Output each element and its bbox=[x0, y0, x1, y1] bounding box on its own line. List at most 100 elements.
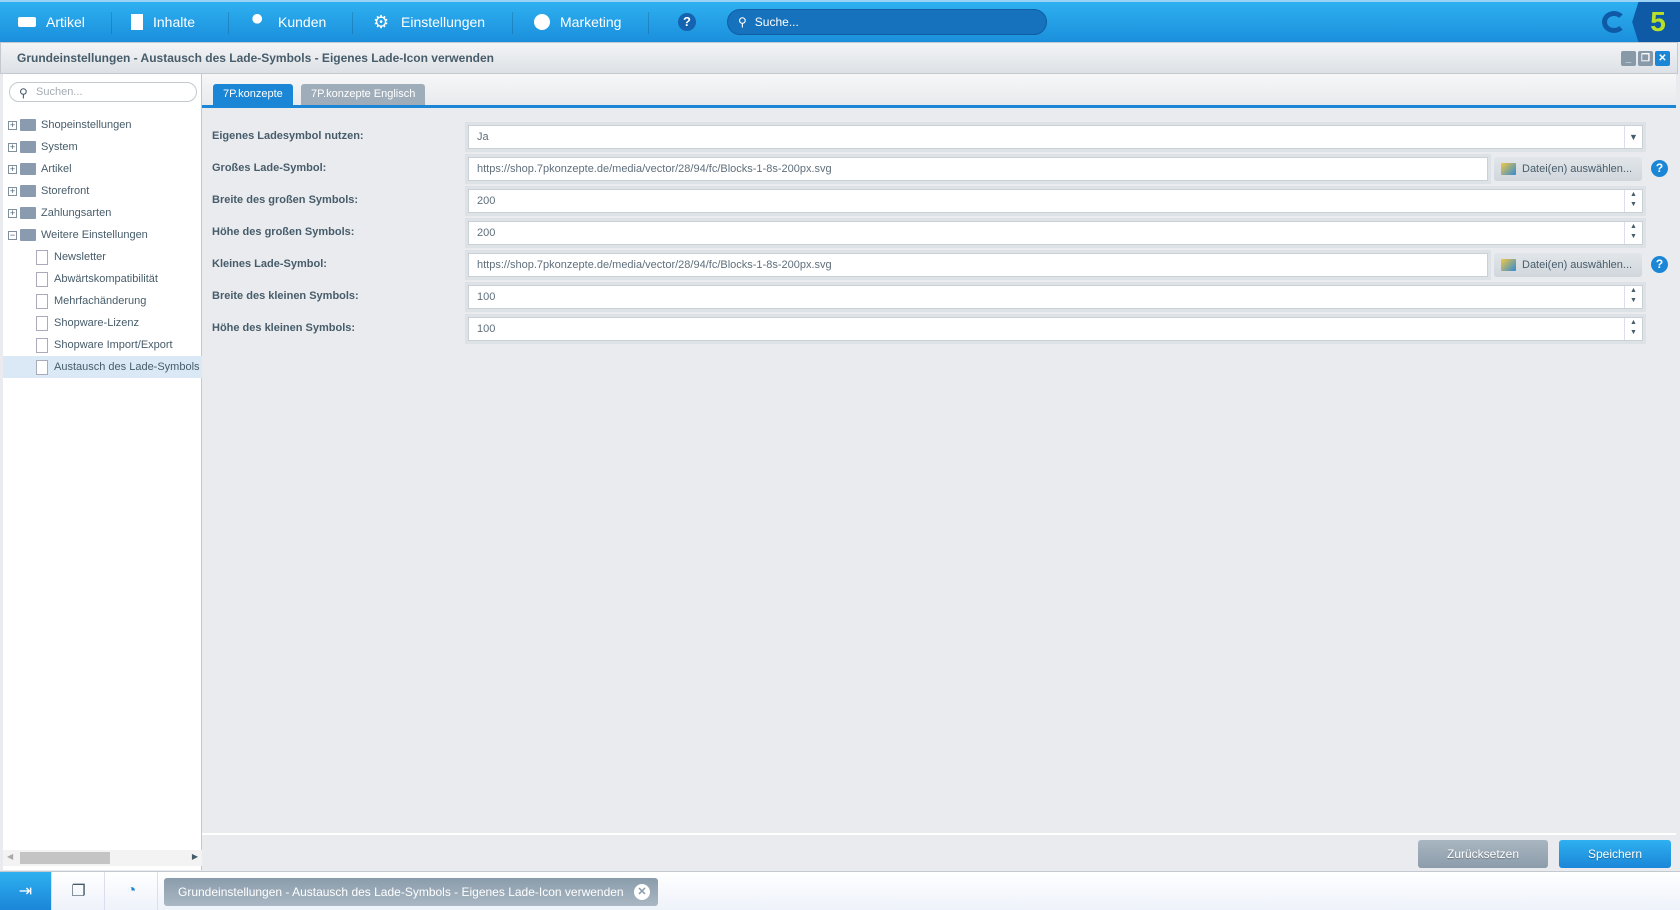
taskbar-window-item[interactable]: Grundeinstellungen - Austausch des Lade-… bbox=[164, 878, 658, 906]
scroll-right-icon[interactable]: ▶ bbox=[192, 852, 198, 861]
logout-button[interactable]: ⇥ bbox=[0, 872, 52, 910]
tree-item-label: Shopware Import/Export bbox=[54, 339, 173, 351]
horizontal-scrollbar[interactable]: ◀ ▶ bbox=[3, 850, 202, 866]
form-row: Kleines Lade-Symbol: https://shop.7pkonze… bbox=[202, 250, 1676, 280]
logout-icon: ⇥ bbox=[18, 883, 33, 900]
nav-einstellungen[interactable]: ⚙ Einstellungen bbox=[355, 2, 503, 42]
dashboard-button[interactable]: ◔ bbox=[106, 872, 158, 910]
tree-item[interactable]: + Zahlungsarten bbox=[3, 202, 202, 224]
shopware-logo-icon bbox=[1602, 11, 1626, 33]
form-row: Höhe des kleinen Symbols: 100 ▲ ▼ bbox=[202, 314, 1676, 344]
help-button[interactable]: ? bbox=[660, 2, 714, 42]
top-navigation: Artikel Inhalte Kunden ⚙ Einstellungen Ma… bbox=[0, 0, 1680, 42]
shopware-5-logo: 5 bbox=[1632, 2, 1680, 42]
tree-item-label: Storefront bbox=[41, 185, 90, 197]
tree-item[interactable]: Mehrfachänderung bbox=[3, 290, 202, 312]
folder-icon bbox=[20, 229, 36, 241]
tree-item-label: Shopeinstellungen bbox=[41, 119, 132, 131]
global-search-input[interactable]: ⚲ Suche... bbox=[727, 9, 1047, 35]
expand-icon[interactable]: + bbox=[8, 186, 17, 196]
tree-item-label: System bbox=[41, 141, 78, 153]
tree-item[interactable]: + Storefront bbox=[3, 180, 202, 202]
pie-chart-icon bbox=[534, 14, 550, 30]
search-icon: ⚲ bbox=[738, 15, 747, 29]
spinner-arrows-icon[interactable]: ▲ ▼ bbox=[1624, 222, 1642, 244]
nav-artikel[interactable]: Artikel bbox=[0, 2, 103, 42]
tree-item[interactable]: + Artikel bbox=[3, 158, 202, 180]
field-label: Kleines Lade-Symbol: bbox=[212, 258, 327, 270]
file-icon bbox=[36, 315, 48, 331]
nav-divider bbox=[352, 12, 353, 34]
tree-item-label: Austausch des Lade-Symbols bbox=[54, 361, 200, 373]
file-icon bbox=[36, 271, 48, 287]
tree-item[interactable]: Abwärtskompatibilität bbox=[3, 268, 202, 290]
file-icon bbox=[36, 249, 48, 265]
tree-item-label: Mehrfachänderung bbox=[54, 295, 147, 307]
spinner-arrows-icon[interactable]: ▲ ▼ bbox=[1624, 286, 1642, 308]
reset-button[interactable]: Zurücksetzen bbox=[1418, 840, 1548, 868]
expand-icon[interactable]: + bbox=[8, 208, 17, 218]
help-icon: ? bbox=[678, 13, 696, 31]
tab-7pkonzepte[interactable]: 7P.konzepte bbox=[213, 84, 293, 105]
taskbar: ⇥ ❐ ◔ Grundeinstellungen - Austausch des… bbox=[0, 871, 1680, 910]
select-field[interactable]: Ja ▼ bbox=[468, 125, 1643, 149]
number-field[interactable]: 100 ▲ ▼ bbox=[468, 317, 1643, 341]
nav-marketing[interactable]: Marketing bbox=[516, 2, 639, 42]
collapse-icon[interactable]: − bbox=[8, 230, 17, 240]
folder-icon bbox=[20, 207, 36, 219]
tree-item[interactable]: + Shopeinstellungen bbox=[3, 114, 202, 136]
maximize-button[interactable]: ❐ bbox=[1638, 51, 1653, 66]
scroll-left-icon[interactable]: ◀ bbox=[7, 852, 13, 861]
gear-icon: ⚙ bbox=[373, 12, 390, 32]
save-button[interactable]: Speichern bbox=[1559, 840, 1671, 868]
document-icon bbox=[131, 14, 143, 30]
tree-search-input[interactable]: ⚲ Suchen... bbox=[9, 82, 197, 102]
help-icon[interactable]: ? bbox=[1651, 256, 1668, 273]
close-icon[interactable]: ✕ bbox=[634, 884, 650, 900]
form-row: Breite des kleinen Symbols: 100 ▲ ▼ bbox=[202, 282, 1676, 312]
form-row: Eigenes Ladesymbol nutzen: Ja ▼ bbox=[202, 122, 1676, 152]
expand-icon[interactable]: + bbox=[8, 164, 17, 174]
tree-item-label: Zahlungsarten bbox=[41, 207, 112, 219]
minimize-button[interactable]: _ bbox=[1621, 51, 1636, 66]
select-file-button[interactable]: Datei(en) auswählen... bbox=[1494, 253, 1642, 277]
expand-icon[interactable]: + bbox=[8, 142, 17, 152]
select-file-button[interactable]: Datei(en) auswählen... bbox=[1494, 157, 1642, 181]
action-bar: Zurücksetzen Speichern bbox=[202, 833, 1676, 870]
spinner-arrows-icon[interactable]: ▲ ▼ bbox=[1624, 190, 1642, 212]
tree-item[interactable]: Newsletter bbox=[3, 246, 202, 268]
tree-item[interactable]: − Weitere Einstellungen bbox=[3, 224, 202, 246]
folder-icon bbox=[20, 119, 36, 131]
form-row: Großes Lade-Symbol: https://shop.7pkonzep… bbox=[202, 154, 1676, 184]
nav-divider bbox=[111, 12, 112, 34]
window-switcher-button[interactable]: ❐ bbox=[53, 872, 105, 910]
window-title-bar[interactable]: Grundeinstellungen - Austausch des Lade-… bbox=[0, 42, 1678, 74]
form-row: Breite des großen Symbols: 200 ▲ ▼ bbox=[202, 186, 1676, 216]
form-row: Höhe des großen Symbols: 200 ▲ ▼ bbox=[202, 218, 1676, 248]
nav-divider bbox=[512, 12, 513, 34]
windows-icon: ❐ bbox=[71, 883, 86, 900]
tree-item[interactable]: Shopware Import/Export bbox=[3, 334, 202, 356]
chevron-down-icon[interactable]: ▼ bbox=[1624, 126, 1642, 148]
help-icon[interactable]: ? bbox=[1651, 160, 1668, 177]
expand-icon[interactable]: + bbox=[8, 120, 17, 130]
tree-item[interactable]: Shopware-Lizenz bbox=[3, 312, 202, 334]
number-field[interactable]: 200 ▲ ▼ bbox=[468, 189, 1643, 213]
file-url-input[interactable]: https://shop.7pkonzepte.de/media/vector/… bbox=[468, 253, 1488, 277]
nav-divider bbox=[648, 12, 649, 34]
nav-inhalte[interactable]: Inhalte bbox=[113, 2, 213, 42]
tree-item[interactable]: Austausch des Lade-Symbols bbox=[3, 356, 202, 378]
file-url-input[interactable]: https://shop.7pkonzepte.de/media/vector/… bbox=[468, 157, 1488, 181]
tree-item[interactable]: + System bbox=[3, 136, 202, 158]
inbox-icon bbox=[18, 17, 36, 27]
window-title: Grundeinstellungen - Austausch des Lade-… bbox=[17, 51, 494, 65]
spinner-arrows-icon[interactable]: ▲ ▼ bbox=[1624, 318, 1642, 340]
tab-7pkonzepte-englisch[interactable]: 7P.konzepte Englisch bbox=[301, 84, 426, 105]
close-button[interactable]: ✕ bbox=[1655, 51, 1670, 66]
tree-item-label: Shopware-Lizenz bbox=[54, 317, 139, 329]
number-field[interactable]: 200 ▲ ▼ bbox=[468, 221, 1643, 245]
number-field[interactable]: 100 ▲ ▼ bbox=[468, 285, 1643, 309]
nav-kunden[interactable]: Kunden bbox=[232, 2, 344, 42]
image-icon bbox=[1501, 163, 1516, 175]
scrollbar-thumb[interactable] bbox=[20, 852, 110, 864]
